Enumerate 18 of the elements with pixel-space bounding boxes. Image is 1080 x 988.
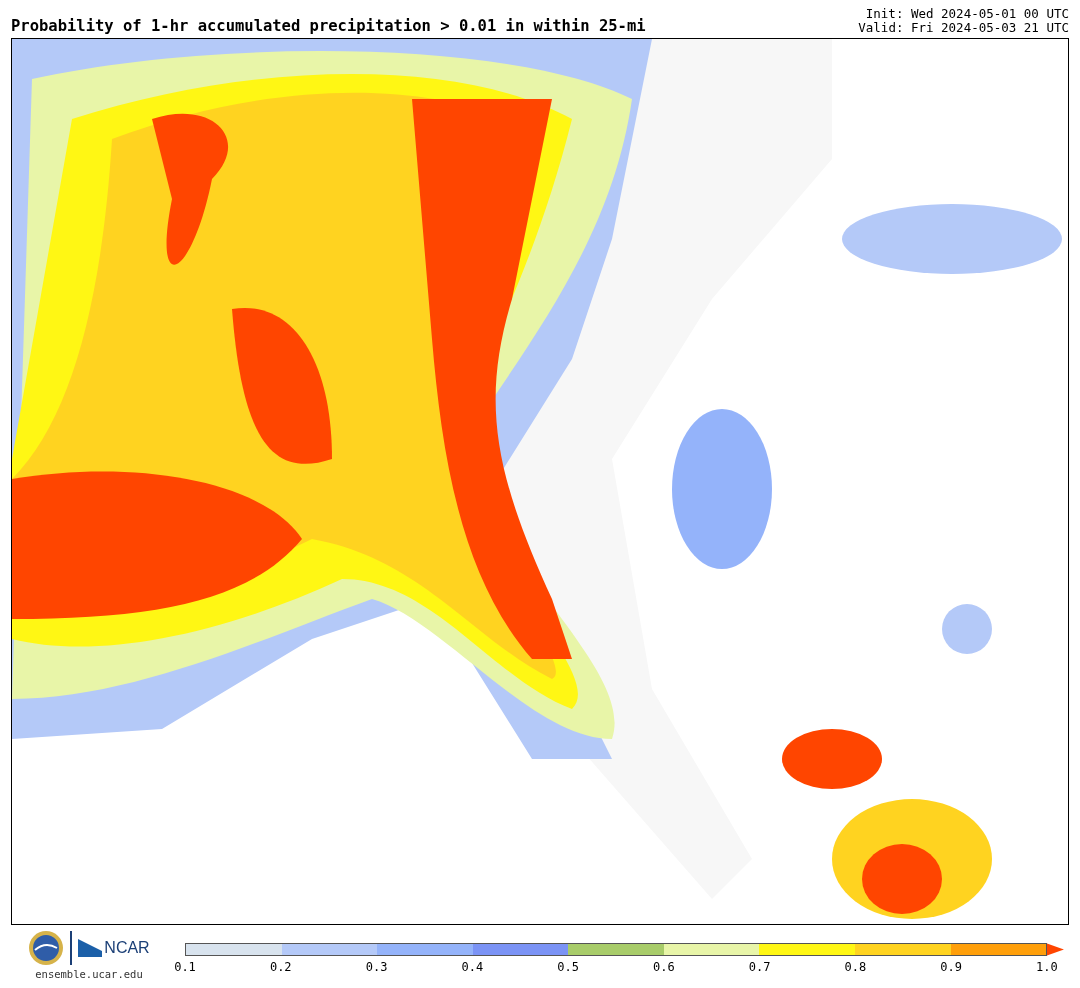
tick-label: 0.2 — [268, 960, 293, 974]
website-url: ensemble.ucar.edu — [35, 968, 143, 980]
init-time: Init: Wed 2024-05-01 00 UTC — [865, 7, 1069, 21]
tick-label: 0.4 — [460, 960, 485, 974]
ncar-logo-text: NCAR — [104, 939, 150, 957]
globe-logo-icon — [28, 930, 65, 966]
divider-icon — [70, 931, 73, 965]
tick-label: 1.0 — [1035, 960, 1059, 974]
valid-time: Valid: Fri 2024-05-03 21 UTC — [858, 21, 1069, 35]
tick-label: 0.7 — [747, 960, 772, 974]
tick-label: 0.5 — [556, 960, 580, 974]
tick-label: 0.6 — [652, 960, 676, 974]
ncar-logo-icon — [78, 939, 103, 957]
tick-label: 0.3 — [364, 960, 389, 974]
tick-label: 0.9 — [939, 960, 963, 974]
tick-label: 0.1 — [173, 960, 197, 974]
tick-label: 0.8 — [843, 960, 868, 974]
chart-title: Probability of 1-hr accumulated precipitation > 0.01 in within 25-mi — [11, 17, 646, 35]
